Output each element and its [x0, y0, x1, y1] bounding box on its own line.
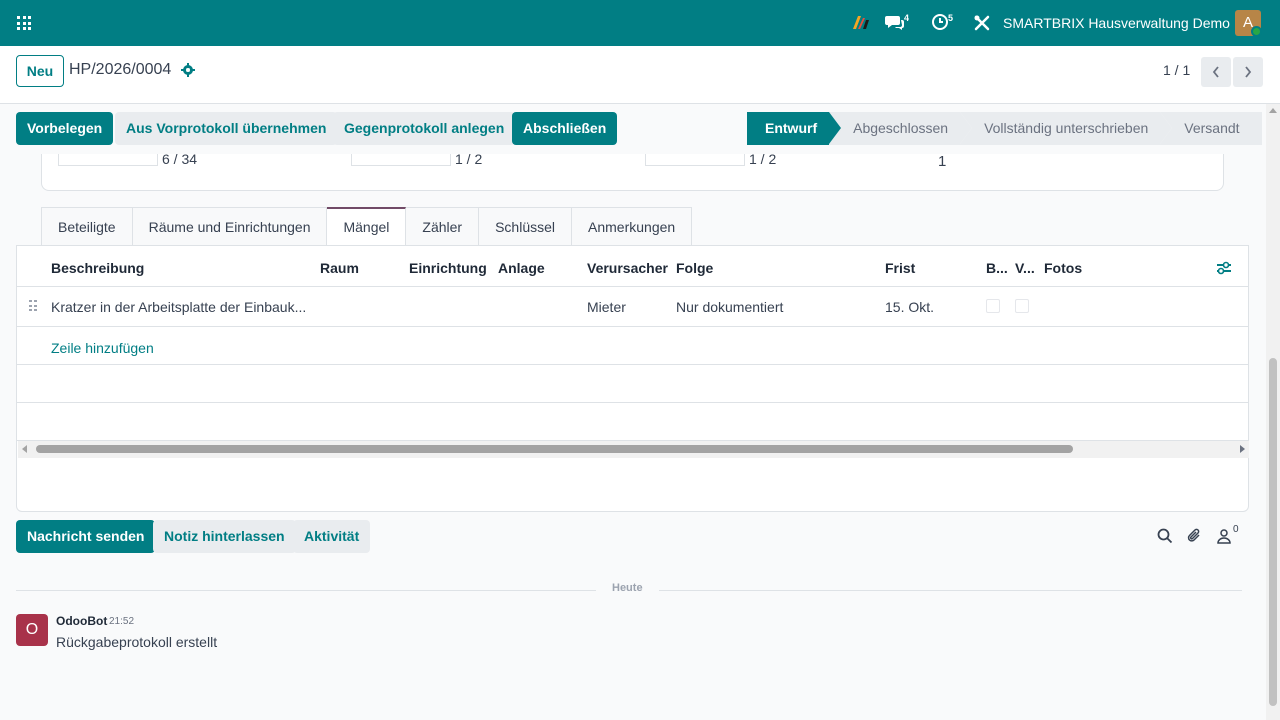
- column-header-b[interactable]: B...: [986, 260, 1008, 276]
- column-header-fixture[interactable]: Einrichtung: [409, 260, 487, 276]
- company-switcher[interactable]: SMARTBRIX Hausverwaltung Demo: [1003, 15, 1230, 31]
- cell-consequence[interactable]: Nur dokumentiert: [676, 299, 783, 315]
- drag-handle-icon[interactable]: [29, 300, 37, 312]
- cell-description[interactable]: Kratzer in der Arbeitsplatte der Einbauk…: [51, 299, 306, 315]
- finalize-button[interactable]: Abschließen: [512, 112, 618, 145]
- tab-defects[interactable]: Mängel: [327, 207, 407, 246]
- row-divider: [17, 286, 1248, 287]
- app-logo-icon[interactable]: [852, 14, 870, 30]
- search-icon[interactable]: [1157, 528, 1173, 544]
- checkbox-v[interactable]: [1015, 299, 1029, 313]
- tab-notes[interactable]: Anmerkungen: [572, 207, 693, 246]
- activities-clock-icon[interactable]: [931, 13, 949, 31]
- column-header-room[interactable]: Raum: [320, 260, 359, 276]
- gear-icon[interactable]: [181, 63, 195, 77]
- activity-button[interactable]: Aktivität: [293, 520, 371, 553]
- pager-value[interactable]: 1 / 1: [1163, 62, 1190, 78]
- status-step-closed[interactable]: Abgeschlossen: [829, 112, 973, 145]
- chevron-left-icon: [1212, 66, 1219, 78]
- send-message-button[interactable]: Nachricht senden: [16, 520, 156, 553]
- row-divider: [17, 402, 1248, 403]
- column-header-consequence[interactable]: Folge: [676, 260, 713, 276]
- message-author[interactable]: OdooBot: [56, 614, 107, 628]
- optional-columns-icon[interactable]: [1216, 261, 1232, 275]
- status-step-draft[interactable]: Entwurf: [747, 112, 842, 145]
- message-body: Rückgabeprotokoll erstellt: [56, 634, 218, 650]
- checkbox-b[interactable]: [986, 299, 1000, 313]
- copy-from-previous-button[interactable]: Aus Vorprotokoll übernehmen: [115, 112, 338, 145]
- status-step-sent[interactable]: Versandt: [1160, 112, 1263, 145]
- column-header-causer[interactable]: Verursacher: [587, 260, 668, 276]
- scroll-right-icon[interactable]: [1240, 445, 1245, 453]
- add-line-link[interactable]: Zeile hinzufügen: [51, 340, 154, 356]
- message-author-avatar[interactable]: O: [16, 614, 48, 646]
- paperclip-icon[interactable]: [1187, 528, 1203, 544]
- create-counter-protocol-button[interactable]: Gegenprotokoll anlegen: [333, 112, 516, 145]
- apps-menu-icon[interactable]: [17, 16, 31, 30]
- cell-deadline[interactable]: 15. Okt.: [885, 299, 934, 315]
- prefill-button[interactable]: Vorbelegen: [16, 112, 114, 145]
- tab-meters[interactable]: Zähler: [406, 207, 480, 246]
- date-separator: Heute: [596, 582, 659, 594]
- scrollbar-thumb[interactable]: [36, 445, 1073, 453]
- activities-count-badge: 5: [948, 13, 954, 23]
- scroll-up-icon[interactable]: [1269, 108, 1277, 113]
- scroll-left-icon[interactable]: [22, 445, 27, 453]
- form-view: 6 / 34 1 / 2 1 / 2 1 Vorbelegen Aus Vorp…: [0, 104, 1266, 720]
- horizontal-scrollbar[interactable]: [18, 441, 1249, 458]
- column-header-photos[interactable]: Fotos: [1044, 260, 1082, 276]
- row-divider: [17, 364, 1248, 365]
- top-navbar: 4 5 SMARTBRIX Hausverwaltung Demo A: [0, 0, 1280, 46]
- tools-icon[interactable]: [973, 14, 991, 32]
- log-note-button[interactable]: Notiz hinterlassen: [153, 520, 296, 553]
- messages-count-badge: 4: [904, 13, 910, 23]
- cell-causer[interactable]: Mieter: [587, 299, 626, 315]
- column-header-deadline[interactable]: Frist: [885, 260, 915, 276]
- tab-participants[interactable]: Beteiligte: [41, 207, 133, 246]
- column-header-v[interactable]: V...: [1015, 260, 1035, 276]
- chevron-right-icon: [1245, 66, 1252, 78]
- followers-icon[interactable]: [1217, 528, 1231, 544]
- row-divider: [17, 326, 1248, 327]
- notebook-tabs: Beteiligte Räume und Einrichtungen Mänge…: [41, 207, 693, 246]
- defects-list: Beschreibung Raum Einrichtung Anlage Ver…: [16, 245, 1249, 512]
- status-steps: Entwurf Abgeschlossen Vollständig unters…: [747, 112, 1263, 145]
- pager-next-button[interactable]: [1233, 57, 1263, 87]
- pager-previous-button[interactable]: [1201, 57, 1231, 87]
- record-breadcrumb: HP/2026/0004: [69, 61, 172, 78]
- scrollbar-thumb[interactable]: [1269, 358, 1277, 706]
- vertical-scrollbar[interactable]: [1266, 104, 1280, 720]
- user-status-indicator: [1251, 26, 1262, 37]
- status-step-signed[interactable]: Vollständig unterschrieben: [960, 112, 1173, 145]
- new-button[interactable]: Neu: [16, 55, 64, 87]
- messages-icon[interactable]: [885, 14, 905, 31]
- tab-rooms[interactable]: Räume und Einrichtungen: [132, 207, 328, 246]
- message-time: 21:52: [109, 616, 135, 627]
- followers-count: 0: [1233, 524, 1239, 535]
- tab-keys[interactable]: Schlüssel: [479, 207, 573, 246]
- summary-count: 1: [938, 153, 947, 170]
- control-panel: Neu HP/2026/0004 1 / 1: [0, 46, 1280, 104]
- column-header-installation[interactable]: Anlage: [498, 260, 545, 276]
- column-header-description[interactable]: Beschreibung: [51, 260, 144, 276]
